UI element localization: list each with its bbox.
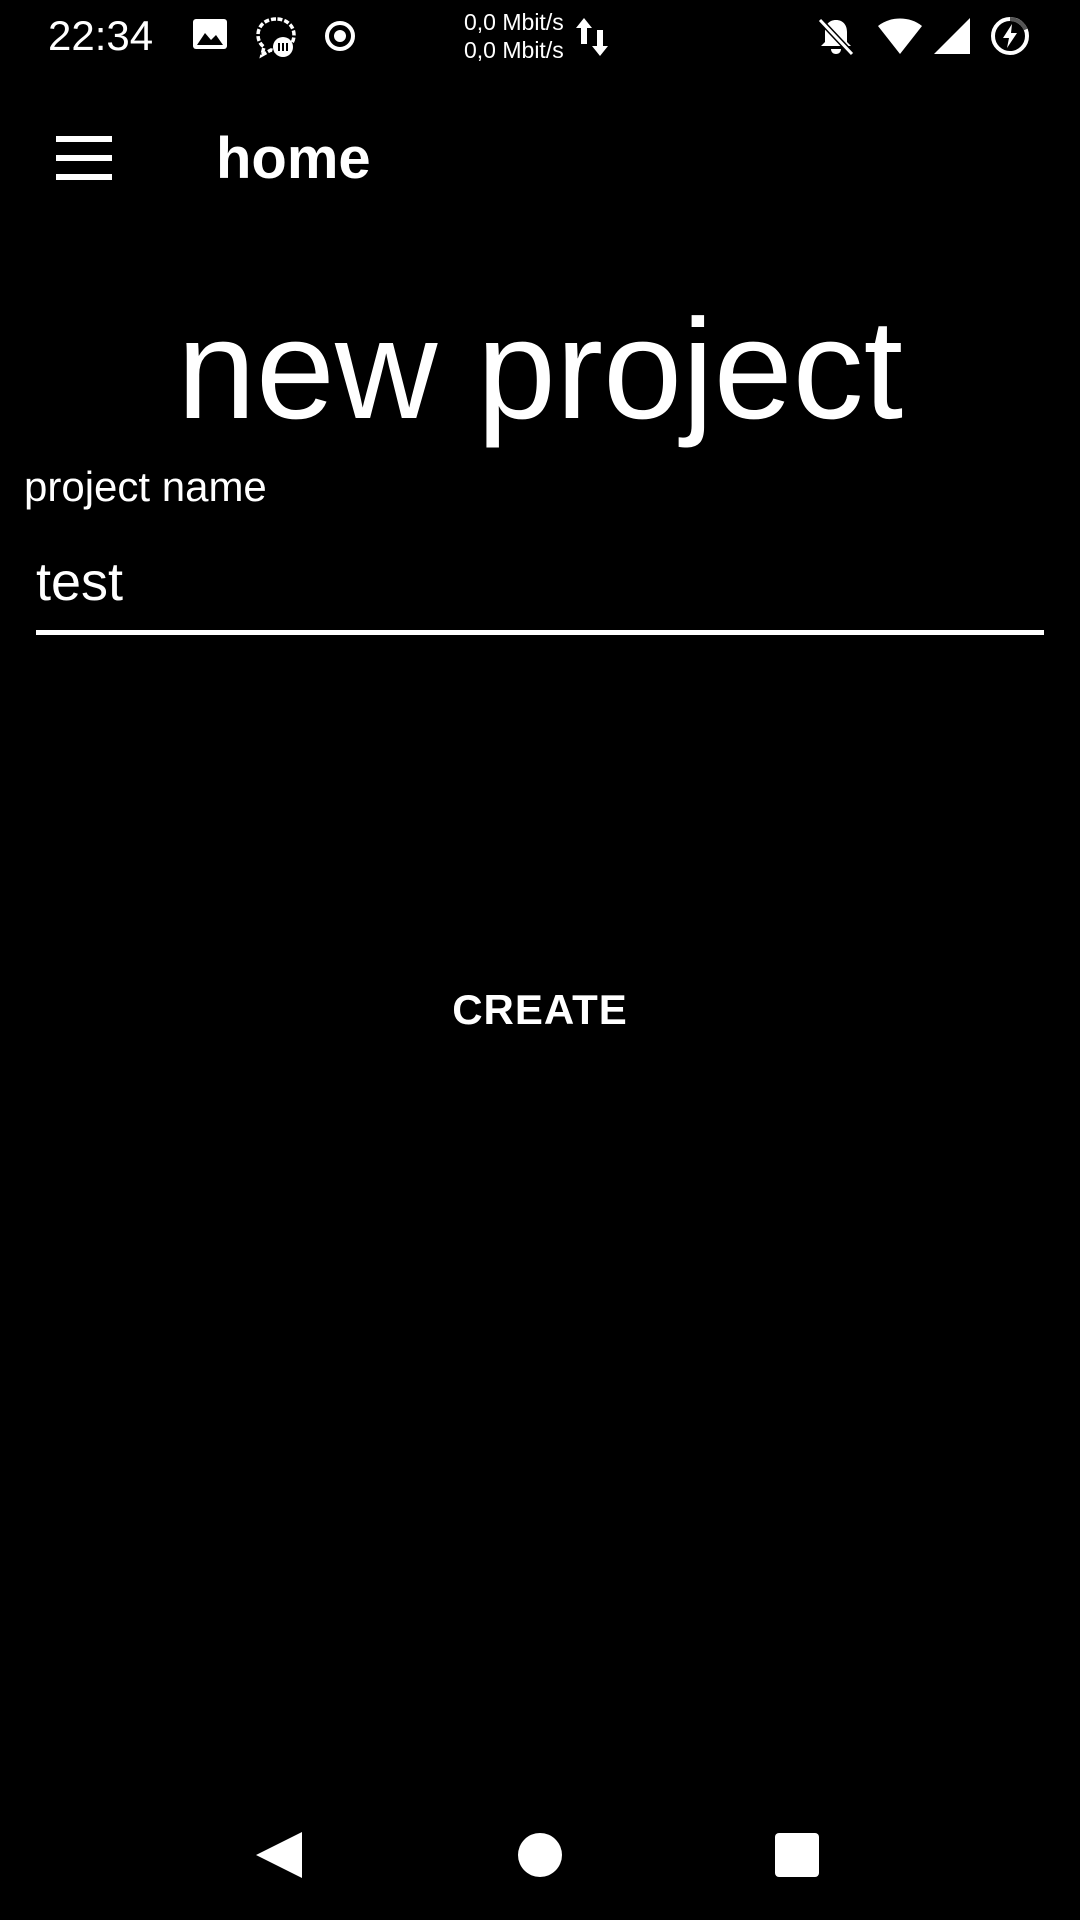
back-icon[interactable] — [236, 1810, 326, 1900]
project-name-label: project name — [24, 463, 267, 510]
data-transfer-arrows-icon — [574, 14, 614, 60]
notifications-off-icon — [814, 14, 858, 58]
chat-sync-icon — [252, 14, 296, 59]
wifi-icon — [876, 14, 922, 58]
status-time: 22:34 — [48, 12, 154, 59]
image-icon — [190, 14, 234, 58]
signal-icon — [930, 14, 974, 58]
network-speed: 0,0 Mbit/s 0,0 Mbit/s — [464, 8, 564, 64]
project-name-input[interactable] — [36, 540, 1036, 624]
battery-charging-icon — [988, 14, 1032, 58]
navigation-bar — [0, 1790, 1080, 1920]
page-title: new project — [176, 290, 904, 449]
status-bar: 22:34 0,0 Mbit/s 0,0 Mbit/s — [0, 0, 1080, 72]
project-name-field — [36, 540, 1044, 635]
record-icon — [320, 14, 364, 58]
download-speed: 0,0 Mbit/s — [464, 37, 564, 63]
app-bar-title: home — [216, 126, 371, 191]
upload-speed: 0,0 Mbit/s — [464, 9, 564, 35]
menu-button[interactable] — [40, 122, 128, 194]
home-icon[interactable] — [496, 1810, 586, 1900]
create-button[interactable]: CREATE — [420, 970, 660, 1050]
recents-icon[interactable] — [752, 1810, 842, 1900]
app-bar: home — [0, 72, 1080, 242]
